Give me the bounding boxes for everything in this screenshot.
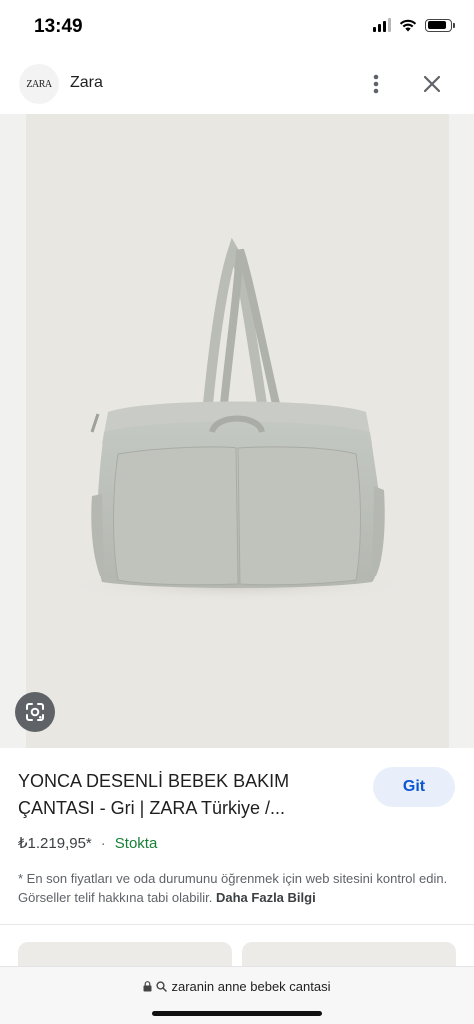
search-icon [156,981,168,992]
site-logo[interactable]: ZARA [19,64,59,104]
product-title[interactable]: YONCA DESENLİ BEBEK BAKIM ÇANTASI - Gri … [18,768,348,822]
address-field[interactable]: zaranin anne bebek cantasi [0,979,474,994]
separator-dot: · [100,834,106,852]
signal-icon [373,18,391,32]
lens-icon [26,703,44,721]
site-name[interactable]: Zara [70,74,103,92]
product-price: ₺1.219,95* [18,835,92,852]
battery-icon [425,18,455,32]
status-bar: 13:49 [0,0,474,52]
source-header: ZARA Zara [0,58,474,110]
home-indicator[interactable] [152,1011,322,1016]
lens-search-button[interactable] [15,692,55,732]
stock-status: Stokta [114,834,158,852]
disclaimer: * En son fiyatları ve oda durumunu öğren… [18,869,458,907]
image-viewer[interactable] [0,114,474,748]
price-row: ₺1.219,95* · Stokta [18,834,158,853]
close-icon [423,75,441,93]
wifi-icon [399,19,417,32]
divider [0,924,474,925]
address-text: zaranin anne bebek cantasi [171,979,331,994]
status-icons [373,18,455,32]
product-image[interactable] [26,114,449,748]
lock-icon [143,981,152,992]
visit-button[interactable]: Git [373,767,455,807]
bag-illustration [58,237,418,602]
address-bar[interactable]: zaranin anne bebek cantasi [0,966,474,1024]
close-button[interactable] [418,70,446,98]
more-options-button[interactable] [362,70,390,98]
more-info-link[interactable]: Daha Fazla Bilgi [216,890,316,905]
status-time: 13:49 [34,16,83,37]
more-vert-icon [373,74,379,94]
